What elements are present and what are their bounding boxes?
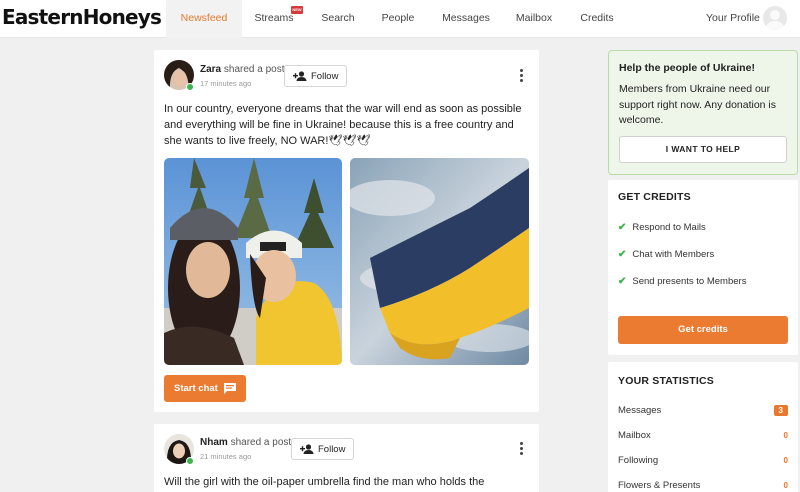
post-photo[interactable] <box>350 158 529 365</box>
follow-label: Follow <box>318 443 346 455</box>
add-person-icon <box>300 444 314 454</box>
post-action: shared a post <box>223 64 285 75</box>
post-time: 21 minutes ago <box>200 452 252 461</box>
post-photo[interactable] <box>164 158 342 365</box>
nav-messages[interactable]: Messages <box>438 0 494 38</box>
post-action: shared a post <box>230 437 292 448</box>
start-chat-label: Start chat <box>174 383 218 394</box>
nav-mailbox[interactable]: Mailbox <box>510 0 558 38</box>
credit-item: ✔ Send presents to Members <box>618 276 746 287</box>
post-author-line: Zara shared a post <box>200 64 285 75</box>
more-options-icon[interactable] <box>518 69 524 83</box>
author-name[interactable]: Zara <box>200 64 221 75</box>
your-profile-link[interactable]: Your Profile <box>706 0 760 38</box>
stat-row-messages[interactable]: Messages 3 <box>618 405 788 419</box>
i-want-to-help-button[interactable]: I WANT TO HELP <box>619 136 787 163</box>
ukraine-title: Help the people of Ukraine! <box>619 62 755 74</box>
get-credits-card: GET CREDITS ✔ Respond to Mails ✔ Chat with… <box>608 180 798 355</box>
statistics-card: YOUR STATISTICS Messages 3 Mailbox 0 Fol… <box>608 362 798 492</box>
chat-icon <box>223 383 236 394</box>
add-person-icon <box>293 71 307 81</box>
credit-item-label: Send presents to Members <box>632 276 747 287</box>
get-credits-title: GET CREDITS <box>618 191 691 203</box>
ukraine-help-box: Help the people of Ukraine! Members from… <box>608 50 798 175</box>
stat-value: 0 <box>783 456 788 465</box>
statistics-title: YOUR STATISTICS <box>618 375 714 387</box>
site-logo[interactable]: EasternHoneys <box>2 5 162 29</box>
get-credits-button[interactable]: Get credits <box>618 316 788 344</box>
stat-row-flowers-presents[interactable]: Flowers & Presents 0 <box>618 480 788 492</box>
follow-label: Follow <box>311 70 339 82</box>
online-status-dot <box>186 457 194 465</box>
check-icon: ✔ <box>618 222 627 233</box>
post-text: In our country, everyone dreams that the… <box>164 103 522 147</box>
stat-label: Following <box>618 455 659 466</box>
author-name[interactable]: Nham <box>200 437 228 448</box>
stat-label: Flowers & Presents <box>618 480 701 491</box>
stat-value: 0 <box>783 431 788 440</box>
more-options-icon[interactable] <box>518 442 524 456</box>
nav-newsfeed[interactable]: Newsfeed <box>166 0 242 38</box>
new-badge: NEW <box>291 6 303 14</box>
stat-label: Mailbox <box>618 430 651 441</box>
credit-item: ✔ Respond to Mails <box>618 222 706 233</box>
post-author-line: Nham shared a post <box>200 437 291 448</box>
nav-credits[interactable]: Credits <box>574 0 620 38</box>
post-time: 17 minutes ago <box>200 79 252 88</box>
ukraine-text: Members from Ukraine need our support ri… <box>619 83 777 126</box>
stat-row-mailbox[interactable]: Mailbox 0 <box>618 430 788 444</box>
stat-row-following[interactable]: Following 0 <box>618 455 788 469</box>
nav-search[interactable]: Search <box>316 0 360 38</box>
follow-button[interactable]: Follow <box>284 65 347 87</box>
user-avatar-icon[interactable] <box>763 6 787 30</box>
stat-value: 0 <box>783 481 788 490</box>
check-icon: ✔ <box>618 276 627 287</box>
credit-item: ✔ Chat with Members <box>618 249 714 260</box>
stat-label: Messages <box>618 405 662 416</box>
stat-value-badge: 3 <box>773 405 788 416</box>
online-status-dot <box>186 83 194 91</box>
follow-button[interactable]: Follow <box>291 438 354 460</box>
post-text: Will the girl with the oil-paper umbrell… <box>164 476 485 488</box>
top-navbar: EasternHoneys Newsfeed Streams NEW Searc… <box>0 0 800 38</box>
nav-people[interactable]: People <box>376 0 420 38</box>
credit-item-label: Respond to Mails <box>632 222 706 233</box>
credit-item-label: Chat with Members <box>632 249 715 260</box>
start-chat-button[interactable]: Start chat <box>164 375 246 402</box>
check-icon: ✔ <box>618 249 627 260</box>
